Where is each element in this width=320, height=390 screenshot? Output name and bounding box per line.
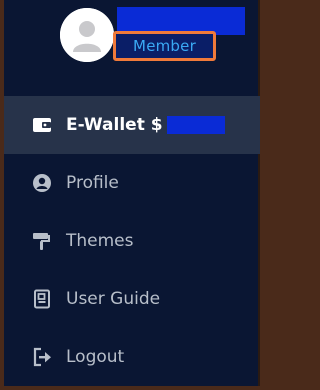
sidebar-item-label: Profile xyxy=(66,173,119,193)
avatar[interactable] xyxy=(60,8,114,62)
user-silhouette-icon xyxy=(60,8,114,62)
sidebar: Member E-Wallet $ Profile Themes User Gu… xyxy=(4,0,260,386)
sidebar-item-label: Logout xyxy=(66,347,125,367)
role-badge: Member xyxy=(113,31,216,61)
profile-header: Member xyxy=(4,0,260,92)
paint-roller-icon xyxy=(32,231,52,251)
user-circle-icon xyxy=(32,173,52,193)
sidebar-item-profile[interactable]: Profile xyxy=(4,154,260,212)
sidebar-menu: E-Wallet $ Profile Themes User Guide Log… xyxy=(4,96,260,386)
sidebar-item-label: E-Wallet $ xyxy=(66,115,163,135)
sidebar-item-label: Themes xyxy=(66,231,134,251)
sidebar-item-logout[interactable]: Logout xyxy=(4,328,260,386)
sidebar-item-themes[interactable]: Themes xyxy=(4,212,260,270)
guide-document-icon xyxy=(32,289,52,309)
sidebar-item-user-guide[interactable]: User Guide xyxy=(4,270,260,328)
balance-redacted xyxy=(166,116,225,134)
wallet-icon xyxy=(32,115,52,135)
sidebar-item-label: User Guide xyxy=(66,289,161,309)
sidebar-item-ewallet[interactable]: E-Wallet $ xyxy=(4,96,260,154)
logout-icon xyxy=(32,347,52,367)
